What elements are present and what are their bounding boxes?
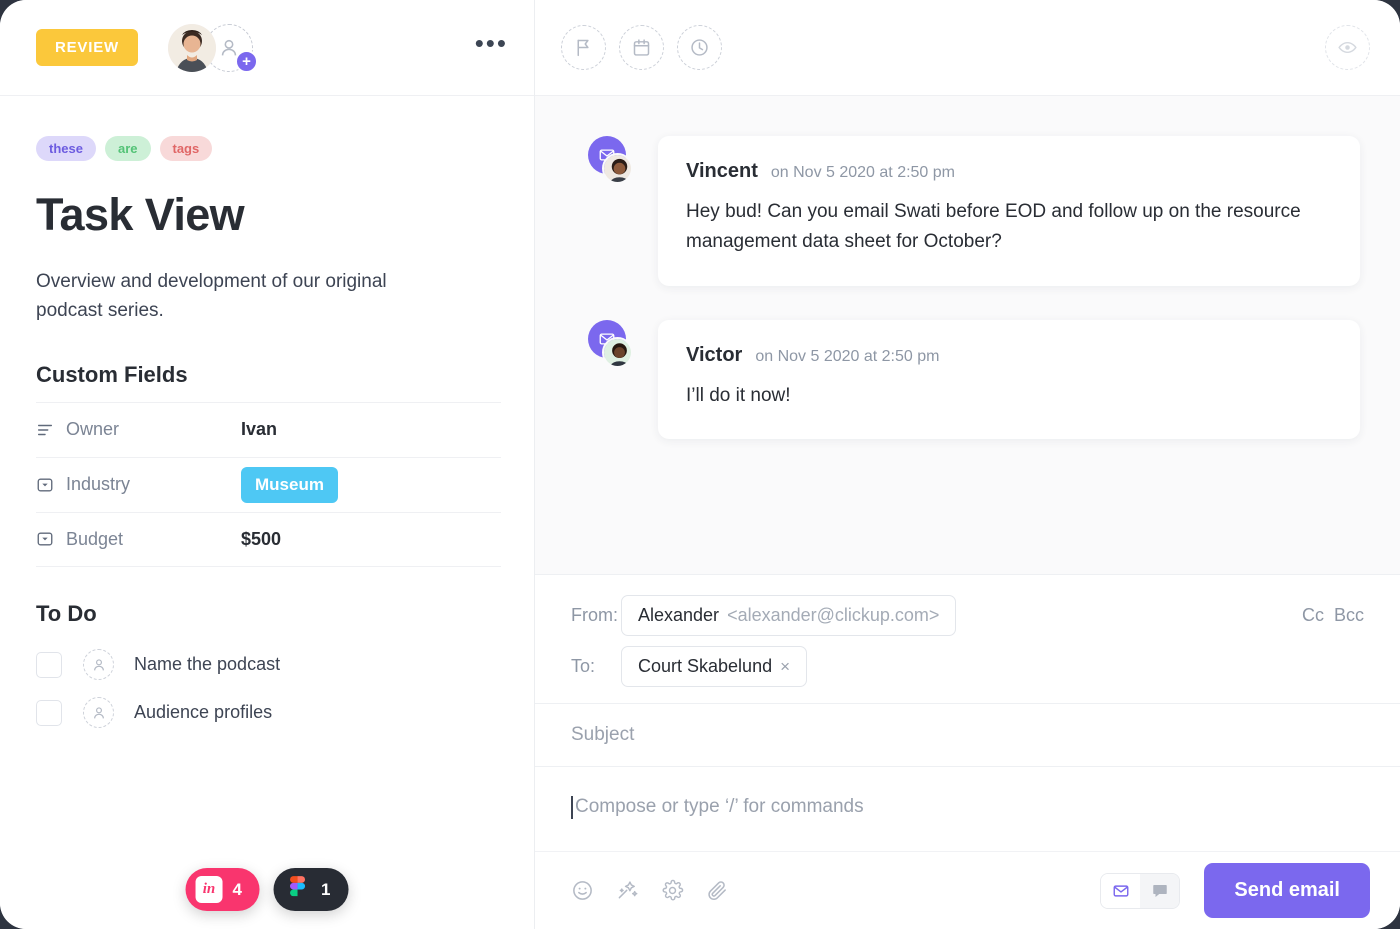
comment-avatar <box>588 319 633 439</box>
clock-icon[interactable] <box>677 25 722 70</box>
status-badge[interactable]: REVIEW <box>36 29 138 66</box>
reply-mode-toggle <box>1100 872 1181 909</box>
comment-text: I’ll do it now! <box>686 384 791 406</box>
body-placeholder: Compose or type ‘/’ for commands <box>575 796 864 817</box>
comments-list: Vincent on Nov 5 2020 at 2:50 pm Hey bud… <box>535 96 1400 574</box>
custom-field-value[interactable]: $500 <box>241 529 281 550</box>
custom-field-row-industry[interactable]: Industry Museum <box>36 456 501 512</box>
tag-list: these are tags <box>36 136 498 161</box>
comment-item: Victor on Nov 5 2020 at 2:50 pm I’ll do … <box>588 319 1360 440</box>
attachment-icon[interactable] <box>706 879 729 902</box>
todo-item[interactable]: Audience profiles <box>36 689 498 737</box>
comment-item: Vincent on Nov 5 2020 at 2:50 pm Hey bud… <box>588 136 1360 286</box>
comment-timestamp: on Nov 5 2020 at 2:50 pm <box>770 164 955 181</box>
from-field[interactable]: Alexander <alexander@clickup.com> <box>621 595 957 636</box>
task-view-window: REVIEW + ••• these are tags Task View Ov… <box>0 0 1400 929</box>
from-row: From: Alexander <alexander@clickup.com> … <box>571 595 1364 636</box>
magic-wand-icon[interactable] <box>616 879 639 902</box>
from-label: From: <box>571 605 618 625</box>
more-options-button[interactable]: ••• <box>475 30 508 59</box>
custom-fields-heading: Custom Fields <box>36 361 188 387</box>
tag-these[interactable]: these <box>36 136 96 161</box>
cc-button[interactable]: Cc <box>1302 605 1324 626</box>
assignee-cluster: + <box>167 23 258 73</box>
comment-text: Hey bud! Can you email Swati before EOD … <box>686 201 1301 253</box>
figma-count: 1 <box>321 879 331 899</box>
task-body: these are tags Task View Overview and de… <box>0 96 534 929</box>
custom-field-row-owner[interactable]: Owner Ivan <box>36 401 501 457</box>
todo-section: To Do Name the podcast Audience profiles <box>36 601 498 737</box>
emoji-icon[interactable] <box>571 879 594 902</box>
add-assignee-plus-icon[interactable]: + <box>234 49 258 73</box>
text-cursor <box>571 795 573 819</box>
page-title[interactable]: Task View <box>36 189 498 241</box>
from-name: Alexander <box>638 605 720 625</box>
recipients-section: From: Alexander <alexander@clickup.com> … <box>535 575 1400 704</box>
to-label: To: <box>571 656 596 676</box>
comment-bubble[interactable]: Victor on Nov 5 2020 at 2:50 pm I’ll do … <box>658 319 1360 440</box>
bcc-button[interactable]: Bcc <box>1334 605 1364 626</box>
todo-checkbox[interactable] <box>36 699 62 726</box>
comment-bubble[interactable]: Vincent on Nov 5 2020 at 2:50 pm Hey bud… <box>658 136 1360 286</box>
from-email: <alexander@clickup.com> <box>727 605 940 625</box>
cc-bcc-controls: Cc Bcc <box>1302 605 1364 626</box>
todo-assignee-icon[interactable] <box>83 697 114 729</box>
comment-author: Vincent <box>686 160 758 182</box>
to-row: To: Court Skabelund × <box>571 646 1364 687</box>
custom-field-value-badge[interactable]: Museum <box>241 466 338 503</box>
comment-meta: Victor on Nov 5 2020 at 2:50 pm <box>686 344 1332 367</box>
todo-assignee-icon[interactable] <box>83 649 114 681</box>
composer-toolbar: Send email <box>535 851 1400 929</box>
figma-badge[interactable]: 1 <box>274 868 349 911</box>
flag-icon[interactable] <box>561 25 606 70</box>
activity-panel: Vincent on Nov 5 2020 at 2:50 pm Hey bud… <box>535 0 1400 929</box>
avatar[interactable] <box>602 336 633 368</box>
custom-field-row-budget[interactable]: Budget $500 <box>36 511 501 567</box>
email-composer: From: Alexander <alexander@clickup.com> … <box>535 574 1400 929</box>
to-recipient-chip[interactable]: Court Skabelund × <box>621 646 808 687</box>
dropdown-icon <box>36 530 66 548</box>
task-details-panel: REVIEW + ••• these are tags Task View Ov… <box>0 0 535 929</box>
comment-avatar <box>588 136 633 286</box>
gear-icon[interactable] <box>661 879 684 902</box>
todo-heading: To Do <box>36 600 97 626</box>
avatar[interactable] <box>167 23 216 72</box>
comment-timestamp: on Nov 5 2020 at 2:50 pm <box>755 347 940 365</box>
todo-label[interactable]: Audience profiles <box>134 702 272 723</box>
task-description[interactable]: Overview and development of our original… <box>36 267 426 326</box>
todo-checkbox[interactable] <box>36 651 62 678</box>
comment-author: Victor <box>686 343 743 366</box>
comment-mode-button[interactable] <box>1140 873 1180 908</box>
task-header: REVIEW + ••• <box>0 0 534 96</box>
subject-input[interactable]: Subject <box>535 704 1400 767</box>
tag-are[interactable]: are <box>104 136 151 161</box>
custom-field-label: Industry <box>66 474 131 495</box>
dropdown-icon <box>36 476 66 494</box>
integration-badges: in 4 1 <box>185 868 349 911</box>
task-attributes-toolbar <box>535 0 1400 96</box>
custom-fields-table: Owner Ivan Industry Museum Budget $500 <box>36 401 501 567</box>
custom-field-label: Budget <box>66 528 124 549</box>
comment-meta: Vincent on Nov 5 2020 at 2:50 pm <box>686 160 1332 183</box>
send-email-button[interactable]: Send email <box>1204 863 1370 918</box>
todo-label[interactable]: Name the podcast <box>134 654 280 675</box>
email-mode-button[interactable] <box>1101 873 1141 908</box>
avatar[interactable] <box>602 153 633 184</box>
invision-count: 4 <box>232 879 242 899</box>
to-recipient-name: Court Skabelund <box>638 656 773 676</box>
tag-tags[interactable]: tags <box>159 136 213 161</box>
eye-icon[interactable] <box>1325 25 1370 70</box>
todo-item[interactable]: Name the podcast <box>36 641 498 689</box>
custom-field-label: Owner <box>66 419 120 440</box>
invision-icon: in <box>195 876 223 903</box>
calendar-icon[interactable] <box>619 25 664 70</box>
custom-field-value[interactable]: Ivan <box>241 419 277 440</box>
invision-badge[interactable]: in 4 <box>185 868 260 911</box>
body-input[interactable]: Compose or type ‘/’ for commands <box>535 767 1400 851</box>
text-lines-icon <box>36 421 66 439</box>
figma-icon <box>284 876 311 903</box>
remove-recipient-icon[interactable]: × <box>780 657 790 677</box>
